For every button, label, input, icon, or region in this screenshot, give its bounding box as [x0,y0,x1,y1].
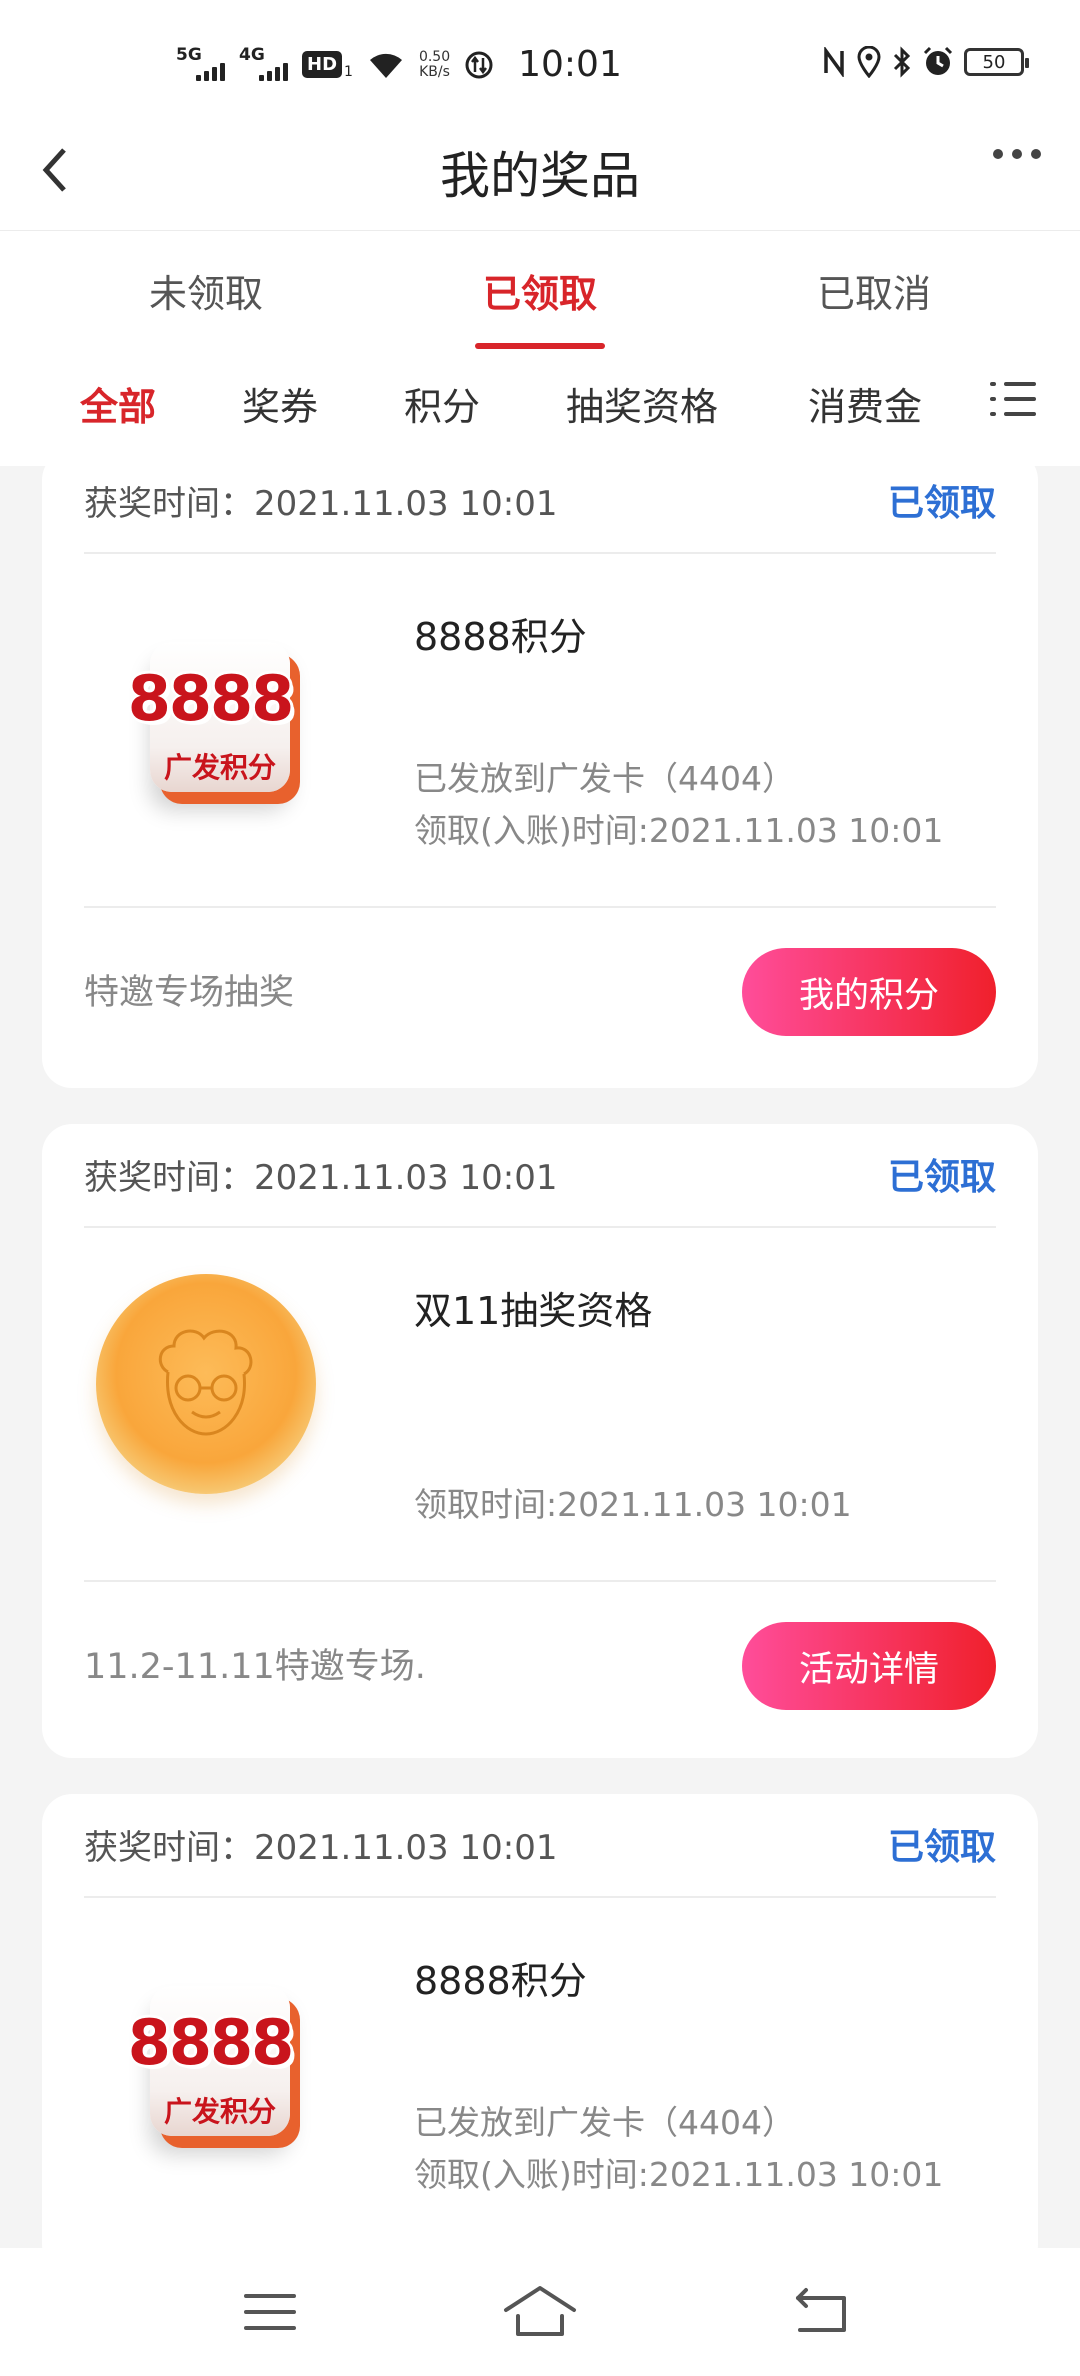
prize-name: 8888积分 [414,615,587,659]
clock: 10:01 [518,44,622,85]
status-left: 5G 4G HD 1 0.50 KB/s 10:01 [176,44,622,85]
battery-icon: 50 [964,48,1029,76]
award-time: 获奖时间：2021.11.03 10:01 [84,1828,558,1868]
points-image-label: 广发积分 [163,751,276,784]
card-header: 获奖时间：2021.11.03 10:01 已领取 [84,1794,996,1898]
nfc-icon [824,47,844,77]
tab-claimed[interactable]: 已领取 [410,263,670,349]
page-title: 我的奖品 [440,147,640,205]
category-lottery[interactable]: 抽奖资格 [566,376,718,431]
tab-label: 已取消 [816,272,931,316]
back-nav-button[interactable] [780,2278,860,2348]
tab-unclaimed[interactable]: 未领取 [76,263,336,318]
tab-label: 未领取 [148,272,263,316]
category-label: 奖券 [242,385,319,429]
prize-name: 双11抽奖资格 [414,1289,653,1333]
mascot-face-icon [158,1329,253,1436]
activity-details-button[interactable]: 活动详情 [742,1622,996,1710]
activity-description: 11.2-11.11特邀专场. [84,1647,426,1687]
system-nav-bar [0,2248,1080,2376]
prize-card: 获奖时间：2021.11.03 10:01 已领取 双11抽奖资格 领取时间:2… [42,1124,1038,1758]
card-footer: 特邀专场抽奖 我的积分 [84,908,996,1078]
tab-cancelled[interactable]: 已取消 [744,263,1004,318]
category-label: 抽奖资格 [566,385,719,429]
status-badge: 已领取 [887,483,996,524]
tab-label: 已领取 [482,272,597,316]
category-label: 积分 [404,385,481,429]
status-right: 50 [822,46,1029,78]
signal-5g-icon: 5G [176,45,225,81]
tab-indicator [475,343,605,349]
more-button[interactable] [992,134,1042,184]
card-body: 8888 广发积分 8888积分 已发放到广发卡（4404） 领取(入账)时间:… [84,1898,996,2252]
battery-level: 50 [982,51,1006,73]
category-all[interactable]: 全部 [80,376,157,464]
prize-card: 获奖时间：2021.11.03 10:01 已领取 8888 广发积分 8888… [42,1794,1038,2274]
card-body: 双11抽奖资格 领取时间:2021.11.03 10:01 [84,1228,996,1582]
wifi-icon [369,53,402,78]
prize-claim-time: 领取(入账)时间:2021.11.03 10:01 [414,2155,944,2194]
more-dots-icon [993,149,1041,159]
points-image-number: 8888 [127,662,295,735]
speed-value: 0.50 [418,48,451,65]
network-speed: 0.50 KB/s [418,48,451,80]
menu-nav-button[interactable] [230,2278,310,2348]
prize-card: 获奖时间：2021.11.03 10:01 已领取 8888 广发积分 8888… [42,450,1038,1088]
category-menu-icon[interactable] [990,378,1036,420]
signal-4g-label: 4G [239,44,265,65]
status-badge: 已领取 [887,1157,996,1198]
prize-name: 8888积分 [414,1959,587,2003]
activity-description: 特邀专场抽奖 [84,973,295,1013]
data-saver-icon [465,51,493,78]
category-tabs: 全部 奖券 积分 抽奖资格 消费金 [0,350,1080,466]
speed-unit: KB/s [419,63,450,80]
status-tabs: 未领取 已领取 已取消 [0,230,1080,350]
alarm-icon [923,46,953,75]
award-time: 获奖时间：2021.11.03 10:01 [84,484,558,524]
card-body: 8888 广发积分 8888积分 已发放到广发卡（4404） 领取(入账)时间:… [84,554,996,908]
home-nav-button[interactable] [500,2278,580,2348]
location-icon [857,46,881,78]
signal-5g-label: 5G [176,44,202,65]
hd-icon: HD [302,51,343,78]
category-label: 全部 [80,385,157,429]
hd-sub: 1 [344,63,353,80]
points-image-label: 广发积分 [163,2095,276,2128]
prize-claim-time: 领取(入账)时间:2021.11.03 10:01 [414,811,944,850]
bluetooth-icon [893,46,911,78]
my-points-button[interactable]: 我的积分 [742,948,996,1036]
status-bar: 5G 4G HD 1 0.50 KB/s 10:01 50 [0,0,1080,130]
card-header: 获奖时间：2021.11.03 10:01 已领取 [84,1124,996,1228]
card-header: 获奖时间：2021.11.03 10:01 已领取 [84,450,996,554]
menu-icon [244,2294,296,2330]
points-prize-image: 8888 广发积分 [110,1946,310,2146]
card-footer: 11.2-11.11特邀专场. 活动详情 [84,1582,996,1752]
signal-4g-icon: 4G [239,45,288,81]
lottery-coin-image [96,1274,316,1494]
title-bar: 我的奖品 [0,120,1080,230]
return-icon [796,2288,846,2332]
award-time: 获奖时间：2021.11.03 10:01 [84,1158,558,1198]
category-label: 消费金 [808,385,923,429]
prize-delivery-info: 已发放到广发卡（4404） [414,2103,795,2142]
prize-claim-time: 领取时间:2021.11.03 10:01 [414,1485,852,1524]
home-icon [504,2286,576,2336]
category-points[interactable]: 积分 [404,376,480,431]
points-prize-image: 8888 广发积分 [110,602,310,802]
prize-delivery-info: 已发放到广发卡（4404） [414,759,795,798]
category-spending[interactable]: 消费金 [808,376,922,431]
status-badge: 已领取 [887,1827,996,1868]
points-image-number: 8888 [127,2006,295,2079]
category-coupons[interactable]: 奖券 [242,376,318,431]
